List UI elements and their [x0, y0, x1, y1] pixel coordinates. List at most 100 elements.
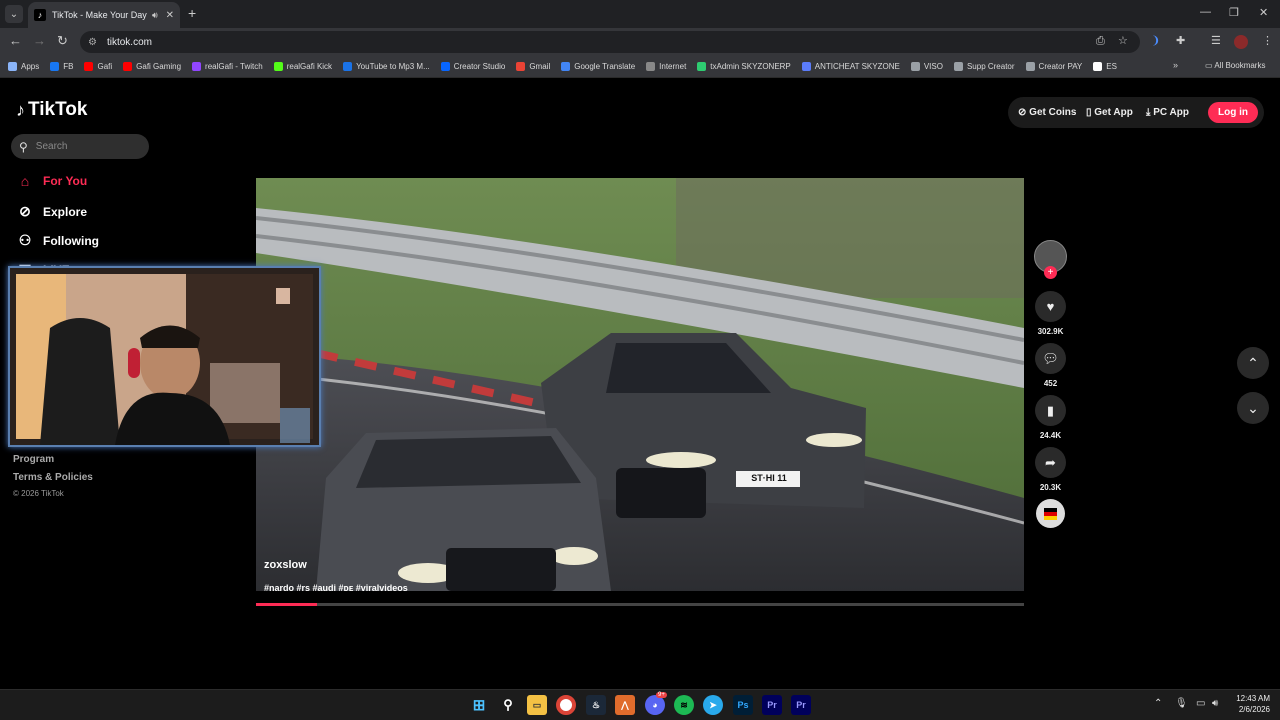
bookmark-item[interactable]: Internet	[646, 62, 686, 71]
bookmark-item[interactable]: realGafi - Twitch	[192, 62, 263, 71]
bookmarks-overflow-icon[interactable]: »	[1173, 60, 1178, 70]
search-icon: ⚲	[19, 139, 28, 154]
bookmark-item[interactable]: YouTube to Mp3 M...	[343, 62, 430, 71]
bookmark-item[interactable]: Creator Studio	[440, 62, 505, 71]
nav-for-you[interactable]: ⌂ For You	[16, 173, 87, 189]
active-tab[interactable]: ♪ TikTok - Make Your Day 🔊︎ ✕	[28, 2, 180, 28]
bookmark-item[interactable]: VISO	[910, 62, 943, 71]
pc-app-button[interactable]: ⤓ PC App	[1146, 107, 1189, 118]
bookmark-item[interactable]: Gafi Gaming	[123, 62, 181, 71]
address-bar[interactable]: ⚙ tiktok.com	[80, 31, 1140, 53]
extension-icon[interactable]: ❩	[1151, 34, 1160, 48]
bookmark-favicon-icon	[8, 62, 17, 71]
speaker-icon[interactable]: 🔊︎	[152, 10, 158, 21]
nav-explore[interactable]: ⊘ Explore	[16, 203, 87, 220]
extensions-puzzle-icon[interactable]: ✚	[1176, 34, 1185, 48]
music-disc[interactable]	[1036, 499, 1065, 528]
bookmark-icon[interactable]: ▮	[1035, 395, 1066, 426]
nav-following[interactable]: ⚇ Following	[16, 232, 99, 249]
video-progress-fill	[256, 603, 318, 606]
footer-terms[interactable]: Terms & Policies	[13, 472, 93, 483]
reload-icon[interactable]: ↻	[57, 34, 68, 48]
bookmark-favicon-icon	[910, 62, 920, 71]
app-icon-orange[interactable]: ⋀	[615, 695, 635, 715]
bookmark-item[interactable]: Supp Creator	[953, 62, 1015, 71]
premiere-icon-2[interactable]: Pr	[791, 695, 811, 715]
forward-icon[interactable]: →	[33, 34, 46, 48]
discord-icon[interactable]: ◕	[645, 695, 665, 715]
get-app-button[interactable]: ▯ Get App	[1086, 107, 1133, 118]
restore-icon[interactable]: ❐	[1229, 6, 1239, 19]
bookmark-item[interactable]: Apps	[8, 62, 39, 71]
minimize-icon[interactable]: —	[1200, 6, 1211, 18]
login-button[interactable]: Log in	[1208, 102, 1258, 123]
network-icon[interactable]: ▭	[1196, 698, 1205, 709]
back-icon[interactable]: ←	[9, 34, 22, 48]
bookmark-item[interactable]: Creator PAY	[1025, 62, 1082, 71]
clock-date: 2/6/2026	[1238, 705, 1270, 714]
chrome-icon[interactable]	[556, 695, 576, 715]
home-icon: ⌂	[20, 173, 30, 189]
search-placeholder: Search	[35, 141, 68, 152]
new-tab-button[interactable]: +	[188, 6, 196, 20]
site-info-icon[interactable]: ⚙	[88, 37, 97, 48]
bookmark-favicon-icon	[561, 62, 571, 71]
bookmark-item[interactable]: ES	[1093, 62, 1117, 71]
steam-icon[interactable]: ♨	[586, 695, 606, 715]
bookmark-label: Gafi	[97, 62, 113, 71]
nav-following-label: Following	[43, 233, 99, 248]
menu-kebab-icon[interactable]: ⋮	[1262, 34, 1273, 48]
footer-program[interactable]: Program	[13, 454, 54, 465]
bookmark-favicon-icon	[50, 62, 60, 71]
windows-start-icon[interactable]: ⊞	[469, 695, 489, 715]
microphone-icon[interactable]: 🎙︎	[1175, 698, 1188, 709]
bookmark-item[interactable]: txAdmin SKYZONERP	[697, 62, 791, 71]
bookmark-item[interactable]: realGafi Kick	[273, 62, 332, 71]
telegram-icon[interactable]: ➤	[703, 695, 723, 715]
bookmark-favicon-icon	[646, 62, 656, 71]
bookmark-favicon-icon	[516, 62, 526, 71]
bookmark-label: Supp Creator	[966, 62, 1015, 71]
video-progress-track[interactable]	[256, 603, 1024, 606]
premiere-icon[interactable]: Pr	[762, 695, 782, 715]
taskbar-clock[interactable]: 12:43 AM 2/6/2026	[1228, 693, 1270, 715]
follow-plus-icon[interactable]: +	[1044, 266, 1057, 279]
reading-list-icon[interactable]: ☰	[1211, 34, 1221, 48]
bookmark-item[interactable]: Google Translate	[561, 62, 635, 71]
close-tab-icon[interactable]: ✕	[166, 10, 174, 21]
share-arrow-icon[interactable]: ➦	[1035, 447, 1066, 478]
install-app-icon[interactable]: ⎙	[1096, 34, 1105, 48]
tab-search-button[interactable]: ⌄	[5, 5, 23, 23]
bookmark-star-icon[interactable]: ☆	[1118, 34, 1128, 48]
volume-icon[interactable]: 🔊︎	[1212, 698, 1218, 709]
comment-icon[interactable]: 💬︎	[1035, 343, 1066, 374]
all-bookmarks-folder[interactable]: ▭ All Bookmarks	[1205, 61, 1265, 70]
bookmark-item[interactable]: Gafi	[84, 62, 112, 71]
flag-stripe-gold	[1044, 516, 1057, 520]
bookmark-item[interactable]: Gmail	[516, 62, 550, 71]
profile-avatar[interactable]	[1234, 35, 1248, 49]
bookmark-item[interactable]: FB	[50, 62, 73, 71]
bookmark-favicon-icon	[343, 62, 353, 71]
video-author[interactable]: zoxslow	[264, 559, 307, 571]
video-hashtags[interactable]: #nardo #rs #audi #ᴅᴇ #viralvideos	[264, 583, 408, 593]
taskbar-search-icon[interactable]: ⚲	[498, 695, 518, 715]
video-player[interactable]	[256, 178, 1024, 591]
webcam-overlay	[8, 266, 321, 447]
bookmark-item[interactable]: ANTICHEAT SKYZONE	[801, 62, 900, 71]
previous-video-icon[interactable]: ⌃	[1237, 347, 1269, 379]
compass-icon: ⊘	[19, 203, 31, 219]
bookmark-label: Gafi Gaming	[136, 62, 182, 71]
bookmark-favicon-icon	[123, 62, 133, 71]
like-heart-icon[interactable]: ♥	[1035, 291, 1066, 322]
file-explorer-icon[interactable]: ▭	[527, 695, 547, 715]
next-video-icon[interactable]: ⌄	[1237, 392, 1269, 424]
search-input[interactable]: ⚲ Search	[11, 134, 149, 159]
tiktok-logo[interactable]: ♪ TikTok	[16, 99, 87, 121]
get-coins-button[interactable]: ⊘ Get Coins	[1018, 107, 1076, 118]
tray-overflow-icon[interactable]: ⌃	[1154, 698, 1162, 709]
spotify-icon[interactable]: ≋	[674, 695, 694, 715]
photoshop-icon[interactable]: Ps	[733, 695, 753, 715]
bookmark-favicon-icon	[84, 62, 94, 71]
close-window-icon[interactable]: ✕	[1259, 6, 1268, 19]
